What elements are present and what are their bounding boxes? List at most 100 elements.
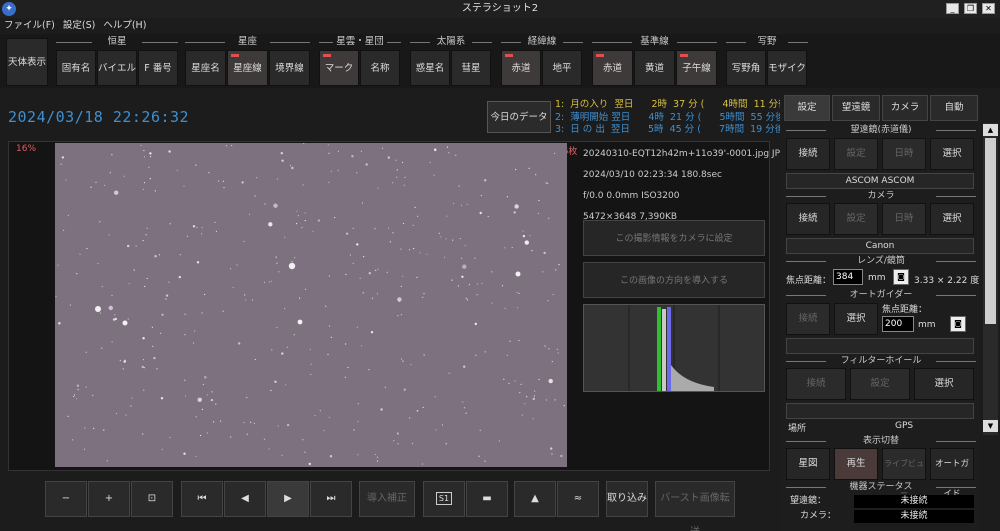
first-image-button[interactable]: ⏮ [181, 481, 223, 517]
curve-button[interactable]: ≈ [557, 481, 599, 517]
menu-settings[interactable]: 設定(S) [59, 18, 99, 34]
minimize-icon[interactable]: _ [946, 3, 959, 14]
camera-settings-button[interactable]: 設定 [834, 203, 878, 235]
tab-telescope[interactable]: 望遠鏡 [832, 95, 880, 121]
import-button[interactable]: 取り込み [606, 481, 648, 517]
autoguider-connect-button[interactable]: 接続 [786, 303, 830, 335]
star [480, 194, 482, 197]
star [229, 268, 232, 270]
star [384, 386, 386, 388]
playback-button[interactable]: 再生 [834, 448, 878, 480]
star [142, 359, 145, 361]
star [402, 161, 404, 164]
s1-button[interactable]: S1 [423, 481, 465, 517]
star [403, 222, 405, 225]
star [246, 433, 248, 435]
fit-window-button[interactable]: ⊡ [131, 481, 173, 517]
camera-datetime-button[interactable]: 日時 [882, 203, 926, 235]
star [143, 367, 145, 369]
close-icon[interactable]: ✕ [982, 3, 995, 14]
fov-angle-button[interactable]: 写野角 [726, 50, 766, 86]
star [551, 360, 553, 363]
star [400, 358, 403, 360]
telescope-connect-button[interactable]: 接続 [786, 138, 830, 170]
scroll-thumb[interactable] [985, 138, 996, 324]
star [368, 369, 370, 371]
star [403, 184, 405, 186]
histogram-button[interactable]: ▲ [514, 481, 556, 517]
star [556, 348, 558, 350]
scroll-up-icon[interactable]: ▲ [983, 124, 998, 136]
burst-transfer-button[interactable]: バースト画像転送 [655, 481, 735, 531]
prev-image-button[interactable]: ◀ [224, 481, 266, 517]
nebula-mark-button[interactable]: マーク [319, 50, 359, 86]
star [474, 257, 476, 259]
autoguider-focal-input[interactable]: 200 [882, 316, 914, 332]
star [286, 346, 288, 348]
menu-help[interactable]: ヘルプ(H) [99, 18, 150, 34]
star [244, 299, 247, 301]
constellation-boundary-button[interactable]: 境界線 [269, 50, 310, 86]
ref-ecliptic-button[interactable]: 黄道 [634, 50, 675, 86]
filter-settings-button[interactable]: 設定 [850, 368, 910, 400]
apply-shot-info-button[interactable]: この撮影情報をカメラに設定 [583, 220, 765, 256]
autoguider-select-button[interactable]: 選択 [834, 303, 878, 335]
star [85, 386, 87, 388]
filter-connect-button[interactable]: 接続 [786, 368, 846, 400]
star [271, 349, 273, 351]
telescope-select-button[interactable]: 選択 [930, 138, 974, 170]
zoom-in-button[interactable]: + [88, 481, 130, 517]
star [445, 443, 447, 445]
grid-horizontal-button[interactable]: 地平 [542, 50, 582, 86]
autoguider-info-icon[interactable]: ◙ [950, 316, 966, 332]
open-folder-button[interactable]: ▬ [466, 481, 508, 517]
star-photo[interactable] [55, 143, 567, 467]
star-proper-name-button[interactable]: 固有名 [56, 50, 96, 86]
zoom-out-button[interactable]: − [45, 481, 87, 517]
camera-connect-button[interactable]: 接続 [786, 203, 830, 235]
telescope-datetime-button[interactable]: 日時 [882, 138, 926, 170]
menu-file[interactable]: ファイル(F) [0, 18, 59, 34]
last-image-button[interactable]: ⏭ [310, 481, 352, 517]
fov-mosaic-button[interactable]: モザイク [767, 50, 807, 86]
lens-focal-input[interactable]: 384 [833, 269, 863, 285]
star [397, 433, 399, 435]
star [111, 154, 113, 156]
sync-correction-button[interactable]: 導入補正 [359, 481, 415, 517]
nebula-name-button[interactable]: 名称 [360, 50, 400, 86]
star [284, 236, 286, 238]
star [76, 398, 78, 400]
planet-name-button[interactable]: 惑星名 [410, 50, 450, 86]
ref-meridian-button[interactable]: 子午線 [676, 50, 717, 86]
star [142, 240, 144, 242]
celestial-display-button[interactable]: 天体表示 [6, 38, 48, 86]
star-flamsteed-button[interactable]: F 番号 [138, 50, 178, 86]
today-data-button[interactable]: 今日のデータ [487, 101, 551, 133]
next-image-button[interactable]: ▶ [267, 481, 309, 517]
telescope-settings-button[interactable]: 設定 [834, 138, 878, 170]
star [451, 279, 453, 281]
tab-auto[interactable]: 自動 [930, 95, 978, 121]
tab-camera[interactable]: カメラ [882, 95, 928, 121]
star [543, 251, 546, 255]
constellation-name-button[interactable]: 星座名 [185, 50, 226, 86]
app-icon[interactable]: ✦ [2, 2, 16, 16]
filter-select-button[interactable]: 選択 [914, 368, 974, 400]
grid-equatorial-button[interactable]: 赤道 [501, 50, 541, 86]
star [491, 302, 493, 304]
ref-equator-button[interactable]: 赤道 [592, 50, 633, 86]
liveview-button[interactable]: ライブビュー [882, 448, 926, 498]
scroll-down-icon[interactable]: ▼ [983, 420, 998, 432]
restore-icon[interactable]: ❐ [964, 3, 977, 14]
autoguide-button[interactable]: オートガイド [930, 448, 974, 499]
camera-select-button[interactable]: 選択 [930, 203, 974, 235]
comet-button[interactable]: 彗星 [451, 50, 491, 86]
star-chart-button[interactable]: 星図 [786, 448, 830, 480]
star-bayer-button[interactable]: バイエル [97, 50, 137, 86]
goto-image-direction-button[interactable]: この画像の方向を導入する [583, 262, 765, 298]
constellation-line-button[interactable]: 星座線 [227, 50, 268, 86]
tab-settings[interactable]: 設定 [784, 95, 830, 121]
star [97, 262, 99, 265]
star [465, 297, 467, 299]
lens-info-icon[interactable]: ◙ [893, 269, 909, 285]
